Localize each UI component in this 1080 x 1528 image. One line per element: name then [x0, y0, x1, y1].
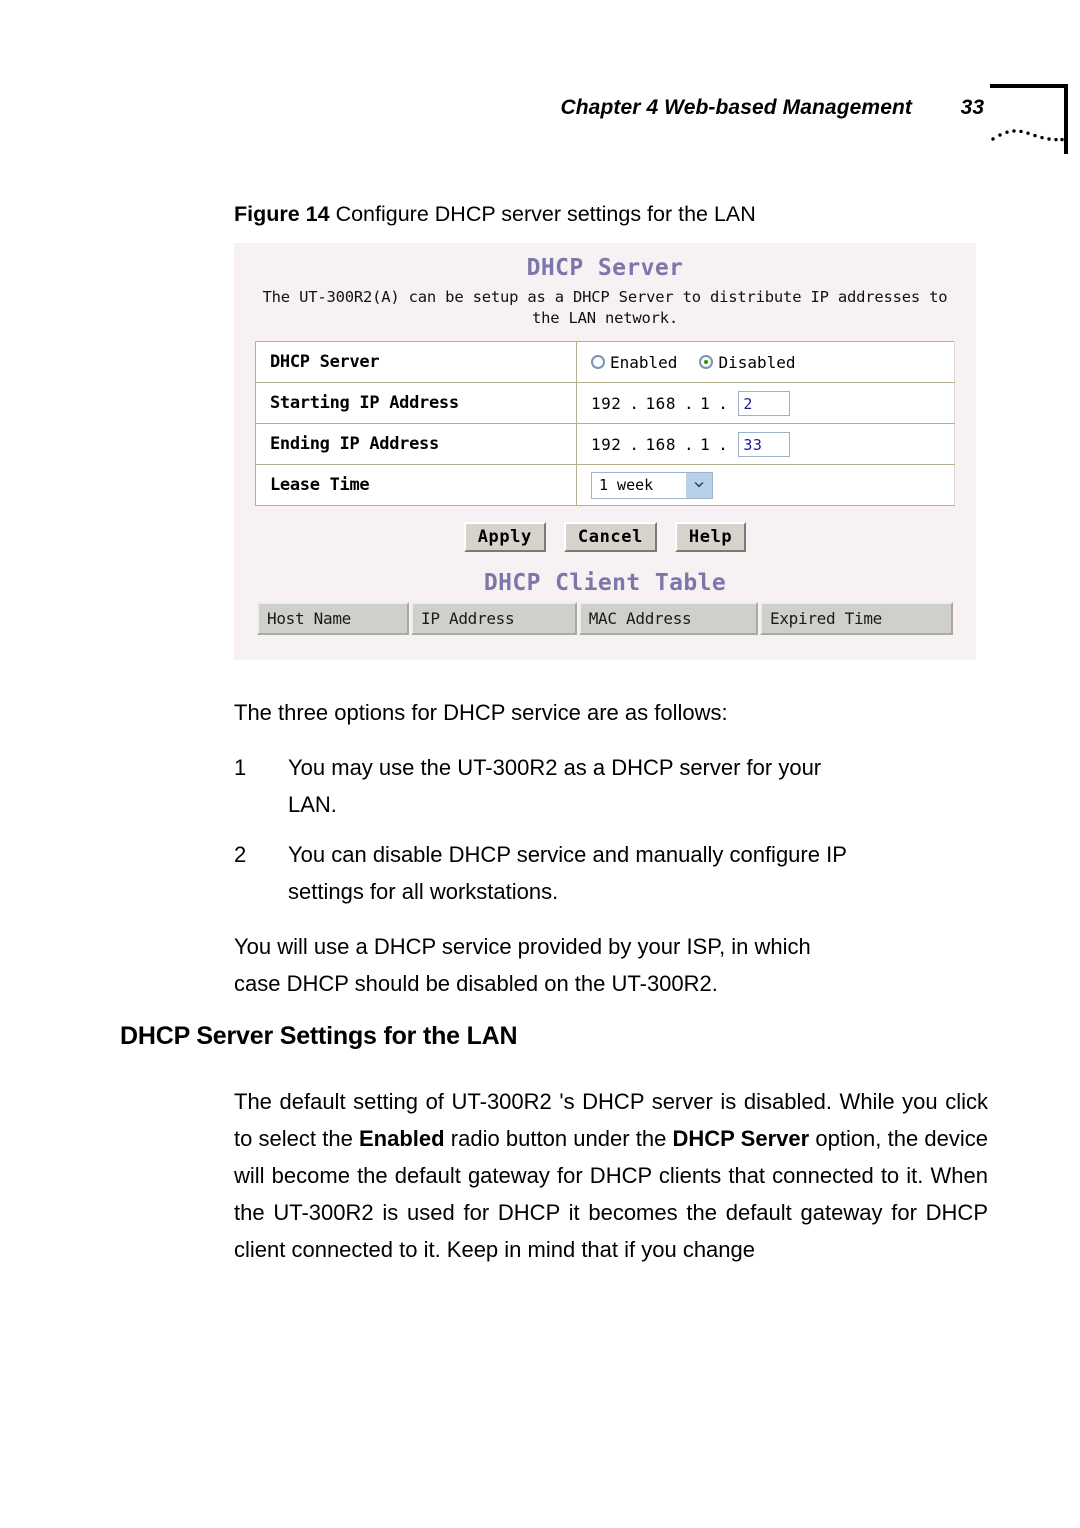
- dhcp-server-radio-group: Enabled Disabled: [591, 353, 944, 372]
- list-item: 1 You may use the UT-300R2 as a DHCP ser…: [234, 749, 988, 823]
- list-item-number: 2: [234, 842, 247, 867]
- list-item-text-last-line: LAN.: [288, 792, 337, 817]
- list-item-body: You can disable DHCP service and manuall…: [288, 836, 988, 910]
- table-row-dhcp-server: DHCP Server Enabled Disabled: [255, 341, 955, 383]
- final-paragraph-bold-enabled: Enabled: [359, 1126, 445, 1151]
- list-item-text-last-line: settings for all workstations.: [288, 879, 559, 904]
- lease-time-select[interactable]: 1 week: [591, 471, 713, 499]
- lease-time-value-cell: 1 week: [576, 464, 955, 506]
- dotted-arc-decoration: [991, 129, 1064, 142]
- column-header-mac-address: MAC Address: [578, 602, 759, 635]
- starting-ip-octet3: 1: [700, 393, 711, 413]
- list-item-text: You can disable DHCP service and manuall…: [288, 842, 847, 867]
- ending-ip-octet3: 1: [700, 434, 711, 454]
- help-button[interactable]: Help: [674, 522, 747, 552]
- figure-caption: Figure 14 Configure DHCP server settings…: [234, 200, 756, 228]
- dhcp-settings-table: DHCP Server Enabled Disabled Starting IP…: [255, 341, 955, 506]
- form-button-row: Apply Cancel Help: [234, 522, 976, 552]
- starting-ip-label: Starting IP Address: [255, 382, 577, 424]
- radio-icon-enabled[interactable]: [591, 355, 605, 369]
- ending-ip-sep2: .: [683, 434, 695, 454]
- lease-time-selected-value: 1 week: [599, 475, 654, 494]
- figure-caption-text: Configure DHCP server settings for the L…: [329, 202, 756, 226]
- final-paragraph: The default setting of UT-300R2 's DHCP …: [234, 1083, 988, 1268]
- isp-paragraph: You will use a DHCP service provided by …: [234, 928, 988, 1002]
- ending-ip-octet1: 192: [591, 434, 622, 454]
- table-header-row: Host Name IP Address MAC Address Expired…: [257, 602, 953, 635]
- starting-ip-octet1: 192: [591, 393, 622, 413]
- table-row-lease-time: Lease Time 1 week: [255, 464, 955, 506]
- radio-label-disabled: Disabled: [718, 352, 796, 372]
- ending-ip-sep1: .: [629, 434, 640, 454]
- list-item-text: You may use the UT-300R2 as a DHCP serve…: [288, 755, 822, 780]
- final-paragraph-part2: radio button under the: [444, 1126, 673, 1151]
- starting-ip-sep2: .: [683, 393, 695, 413]
- cancel-button[interactable]: Cancel: [563, 522, 657, 552]
- ending-ip-sep3: .: [718, 434, 729, 454]
- chapter-title: Chapter 4 Web-based Management: [560, 96, 912, 119]
- dhcp-server-description: The UT-300R2(A) can be setup as a DHCP S…: [262, 288, 948, 327]
- column-header-ip-address: IP Address: [411, 602, 577, 635]
- ending-ip-label: Ending IP Address: [255, 423, 577, 465]
- intro-paragraph: The three options for DHCP service are a…: [234, 700, 728, 725]
- ending-ip-row: 192 . 168 . 1 . 33: [591, 431, 944, 457]
- radio-label-enabled: Enabled: [610, 352, 678, 372]
- chevron-down-icon[interactable]: [686, 472, 712, 498]
- list-item: 2 You can disable DHCP service and manua…: [234, 836, 988, 910]
- starting-ip-sep1: .: [629, 393, 640, 413]
- starting-ip-sep3: .: [718, 393, 729, 413]
- column-header-host-name: Host Name: [257, 602, 410, 635]
- dhcp-client-table-heading: DHCP Client Table: [483, 570, 727, 596]
- dhcp-server-value-cell: Enabled Disabled: [576, 341, 955, 383]
- table-row-starting-ip: Starting IP Address 192 . 168 . 1 . 2: [255, 382, 955, 424]
- dhcp-server-heading: DHCP Server: [526, 255, 684, 281]
- radio-option-enabled[interactable]: Enabled: [591, 353, 677, 372]
- embedded-router-screenshot: DHCP Server The UT-300R2(A) can be setup…: [234, 243, 976, 660]
- page-number: 33: [960, 96, 984, 119]
- list-item-body: You may use the UT-300R2 as a DHCP serve…: [288, 749, 988, 823]
- final-paragraph-bold-dhcp-server: DHCP Server: [672, 1126, 810, 1151]
- page-running-header: Chapter 4 Web-based Management 33: [0, 84, 1080, 158]
- starting-ip-octet2: 168: [645, 393, 676, 413]
- ending-ip-value-cell: 192 . 168 . 1 . 33: [576, 423, 955, 465]
- starting-ip-value-cell: 192 . 168 . 1 . 2: [576, 382, 955, 424]
- radio-option-disabled[interactable]: Disabled: [699, 352, 796, 372]
- corner-rule-horizontal: [990, 84, 1068, 88]
- column-header-expired-time: Expired Time: [760, 602, 953, 635]
- apply-button[interactable]: Apply: [463, 522, 546, 552]
- ending-ip-octet2: 168: [645, 434, 676, 454]
- starting-ip-input[interactable]: 2: [738, 390, 791, 416]
- isp-paragraph-line1: You will use a DHCP service provided by …: [234, 934, 811, 959]
- list-item-number: 1: [234, 755, 247, 780]
- starting-ip-row: 192 . 168 . 1 . 2: [591, 390, 944, 416]
- ending-ip-input[interactable]: 33: [738, 431, 791, 457]
- dhcp-server-label: DHCP Server: [255, 341, 577, 383]
- lease-time-label: Lease Time: [255, 464, 577, 506]
- radio-icon-disabled[interactable]: [699, 355, 714, 369]
- isp-paragraph-line2: case DHCP should be disabled on the UT-3…: [234, 971, 718, 996]
- dhcp-client-table: Host Name IP Address MAC Address Expired…: [255, 602, 955, 635]
- table-row-ending-ip: Ending IP Address 192 . 168 . 1 . 33: [255, 423, 955, 465]
- figure-label: Figure 14: [234, 202, 330, 226]
- page-title: DHCP Server Settings for the LAN: [120, 1022, 518, 1050]
